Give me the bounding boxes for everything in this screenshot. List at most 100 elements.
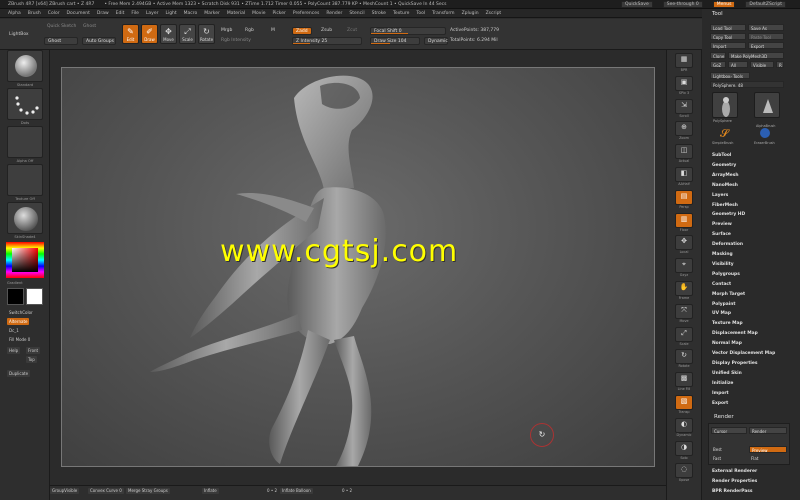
tool-section-visibility[interactable]: Visibility <box>712 262 734 267</box>
dots-z-slider[interactable]: Dc_1 <box>7 327 21 334</box>
tray-solo-button[interactable]: ◑ Solo <box>675 440 693 460</box>
tray-frame-button[interactable]: ✋ Frame <box>675 281 693 300</box>
menu-macro[interactable]: Macro <box>184 11 198 16</box>
tray-bpr-button[interactable]: ▦ BPR <box>675 53 693 72</box>
render-section-external-renderer[interactable]: External Renderer <box>712 469 757 474</box>
menu-color[interactable]: Color <box>48 11 60 16</box>
menu-light[interactable]: Light <box>165 11 176 16</box>
tool-section-vector-displacement-map[interactable]: Vector Displacement Map <box>712 351 775 356</box>
help-button[interactable]: Help <box>7 347 21 354</box>
tool-section-geometry-hd[interactable]: Geometry HD <box>712 212 745 217</box>
menu-movie[interactable]: Movie <box>252 11 265 16</box>
material-thumbnail[interactable] <box>7 202 43 234</box>
menu-picker[interactable]: Picker <box>272 11 285 16</box>
tool-section-texture-map[interactable]: Texture Map <box>712 321 743 326</box>
menu-tool[interactable]: Tool <box>416 11 425 16</box>
import-button[interactable]: Import <box>710 42 746 49</box>
render-palette-title[interactable]: Render <box>702 412 796 422</box>
tool-section-normal-map[interactable]: Normal Map <box>712 341 742 346</box>
flat-button[interactable]: Flat <box>749 455 787 462</box>
tool-section-contact[interactable]: Contact <box>712 282 731 287</box>
menu-file[interactable]: File <box>131 11 139 16</box>
tool-section-display-properties[interactable]: Display Properties <box>712 361 758 366</box>
tool-section-masking[interactable]: Masking <box>712 252 733 257</box>
z-intensity-slider[interactable]: Z Intensity 25 <box>292 37 362 45</box>
tray-gxyz-button[interactable]: ⌖ Gxyz <box>675 258 693 277</box>
menu-brush[interactable]: Brush <box>28 11 41 16</box>
default-script-button[interactable]: DefaultZScript <box>745 0 786 8</box>
see-through-slider[interactable]: See-through 0 <box>662 0 703 8</box>
fill-mode-slider[interactable]: Fill Mode 0 <box>7 336 32 343</box>
visible-button[interactable]: Visible <box>750 61 774 68</box>
tool-section-preview[interactable]: Preview <box>712 222 732 227</box>
tool-section-arraymesh[interactable]: ArrayMesh <box>712 173 739 178</box>
r-button[interactable]: R <box>776 61 784 68</box>
menu-transform[interactable]: Transform <box>432 11 454 16</box>
switch-color-button[interactable]: SwitchColor <box>7 309 35 316</box>
tray-dynamic-button[interactable]: ◐ Dynamic <box>675 417 693 437</box>
tray-zoom-button[interactable]: ⊕ Zoom <box>675 121 693 140</box>
tool-section-layers[interactable]: Layers <box>712 193 728 198</box>
tray-scale-button[interactable]: ⤢ Scale <box>675 326 693 346</box>
menu-material[interactable]: Material <box>227 11 245 16</box>
preview-button[interactable]: Preview <box>749 446 787 453</box>
tray-actual-button[interactable]: ◫ Actual <box>675 144 693 163</box>
merge-stray-groups-button[interactable]: Merge Stray Groups <box>126 488 170 494</box>
menus-button[interactable]: Menus <box>712 0 736 8</box>
color-picker[interactable] <box>6 242 44 278</box>
menu-edit[interactable]: Edit <box>116 11 125 16</box>
dynamic-button[interactable]: Dynamic <box>424 37 448 45</box>
tool-section-polypaint[interactable]: Polypaint <box>712 302 735 307</box>
brush-thumbnail[interactable] <box>7 50 43 82</box>
group-visible-button[interactable]: GroupVisible <box>50 488 80 494</box>
menu-stencil[interactable]: Stencil <box>349 11 364 16</box>
simple-brush-icon[interactable]: 𝓢 <box>720 128 729 139</box>
inflate-balloon-slider[interactable]: Inflate Balloon <box>280 488 313 494</box>
tray-local-button[interactable]: ✥ Local <box>675 235 693 254</box>
menu-texture[interactable]: Texture <box>393 11 409 16</box>
menu-stroke[interactable]: Stroke <box>372 11 386 16</box>
move-mode-button[interactable]: ✥ Move <box>160 24 177 44</box>
menu-marker[interactable]: Marker <box>204 11 220 16</box>
tray-transp-button[interactable]: ▧ Transp <box>675 395 693 414</box>
edit-mode-button[interactable]: ✎ Edit <box>122 24 139 44</box>
scale-mode-button[interactable]: ⤢ Scale <box>179 24 196 44</box>
load-tool-button[interactable]: Load Tool <box>710 24 746 31</box>
focal-shift-slider[interactable]: Focal Shift 0 <box>370 27 446 35</box>
rgb-intensity-slider[interactable]: Rgb Intensity <box>218 37 254 45</box>
tool-section-initialize[interactable]: Initialize <box>712 381 733 386</box>
paste-tool-button[interactable]: Paste Tool <box>748 33 784 40</box>
tool-section-surface[interactable]: Surface <box>712 232 731 237</box>
copy-tool-button[interactable]: Copy Tool <box>710 33 746 40</box>
secondary-color-swatch[interactable] <box>26 288 43 305</box>
save-as-button[interactable]: Save As <box>748 24 784 31</box>
rgb-button[interactable]: Rgb <box>242 27 257 35</box>
tray-xpose-button[interactable]: ◌ Xpose <box>675 463 693 482</box>
current-tool-name[interactable]: PolySphere. 48 <box>710 81 784 88</box>
tool-section-uv-map[interactable]: UV Map <box>712 311 731 316</box>
clone-button[interactable]: Clone <box>710 52 726 59</box>
tray-aahalf-button[interactable]: ◧ AAHalf <box>675 167 693 186</box>
render-button[interactable]: Render <box>749 427 787 434</box>
lightbox-tools-button[interactable]: Lightbox› Tools <box>710 72 750 79</box>
auto-groups-button[interactable]: Auto Groups <box>82 37 116 45</box>
menu-zplugin[interactable]: Zplugin <box>462 11 479 16</box>
tool-section-nanomesh[interactable]: NanoMesh <box>712 183 738 188</box>
cursor-button[interactable]: Cursor <box>711 427 747 434</box>
lightbox-button[interactable]: LightBox <box>6 31 32 39</box>
zcut-button[interactable]: Zcut <box>344 27 360 35</box>
menu-document[interactable]: Document <box>67 11 90 16</box>
render-section-bpr-renderpass[interactable]: BPR RenderPass <box>712 489 753 494</box>
document-canvas[interactable]: www.cgtsj.com <box>61 67 655 467</box>
tray-rotate-button[interactable]: ↻ Rotate <box>675 349 693 368</box>
goz-button[interactable]: GoZ <box>710 61 726 68</box>
rotate-gizmo[interactable]: ↻ <box>530 423 554 447</box>
tool-section-export[interactable]: Export <box>712 401 728 406</box>
m-button[interactable]: M <box>268 27 278 35</box>
gradient-label[interactable]: Gradient <box>7 281 43 285</box>
texture-thumbnail[interactable] <box>7 164 43 196</box>
duplicate-button[interactable]: Duplicate <box>7 370 31 377</box>
tool-section-morph-target[interactable]: Morph Target <box>712 292 745 297</box>
fast-button[interactable]: Fast <box>711 455 747 462</box>
front-button[interactable]: Front <box>26 347 41 354</box>
